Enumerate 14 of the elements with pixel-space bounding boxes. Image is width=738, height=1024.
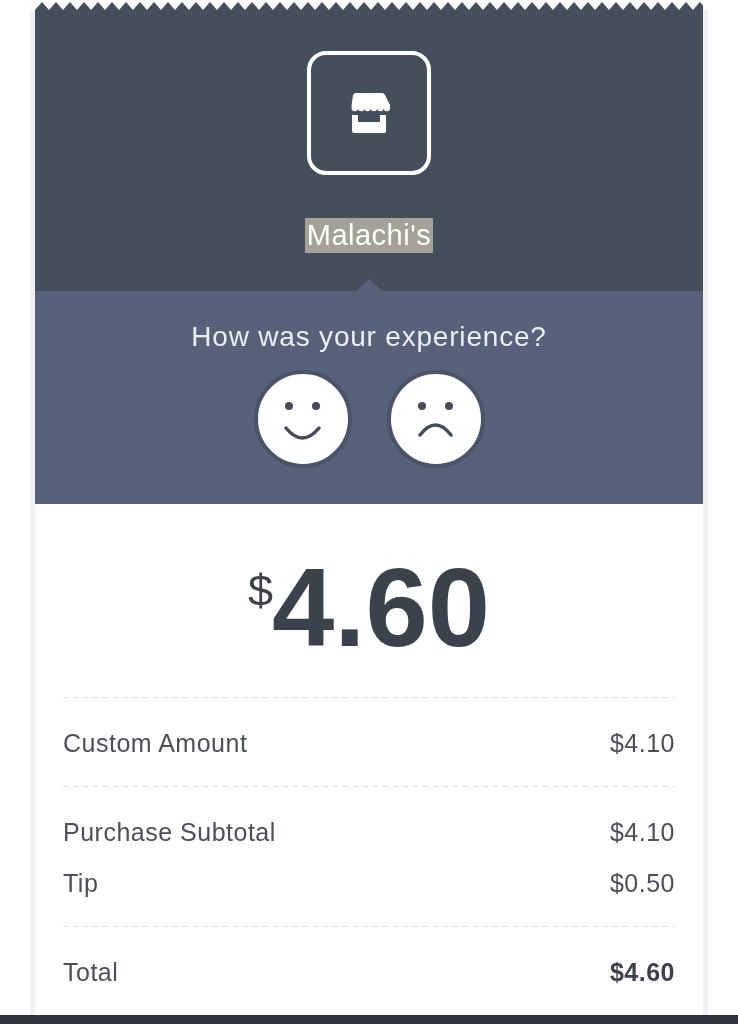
- line-item-label: Custom Amount: [63, 728, 248, 758]
- line-item-amount: $4.10: [609, 728, 675, 758]
- line-item-amount: $4.10: [609, 817, 675, 847]
- feedback-question: How was your experience?: [191, 321, 547, 353]
- line-item-label: Total: [63, 957, 119, 987]
- line-item-label: Tip: [63, 868, 99, 898]
- storefront-icon: [307, 51, 431, 175]
- smile-icon: [282, 401, 323, 441]
- total-amount: 4.60: [272, 552, 490, 664]
- line-item-amount: $0.50: [609, 868, 675, 898]
- line-item-label: Purchase Subtotal: [63, 817, 276, 847]
- currency-symbol: $: [248, 568, 273, 613]
- line-item-amount: $4.60: [609, 957, 675, 987]
- merchant-name: Malachi's: [304, 218, 434, 253]
